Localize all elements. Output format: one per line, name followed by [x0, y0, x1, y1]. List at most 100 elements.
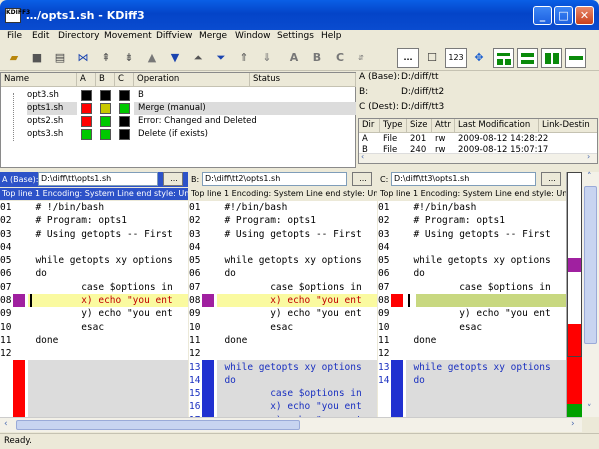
col-modification[interactable]: Last Modification	[455, 119, 539, 133]
table-row[interactable]: opt3.sh B	[1, 89, 356, 102]
col-size[interactable]: Size	[407, 119, 432, 133]
menu-merge[interactable]: Merge	[199, 31, 227, 41]
horizontal-scrollbar[interactable]: ‹ ›	[359, 152, 597, 163]
diff-overview[interactable]	[566, 172, 582, 417]
pane-c-header: C: D:\diff\tt3\opts1.sh ...	[378, 172, 566, 187]
merge-arrows-icon[interactable]: ✥	[470, 49, 488, 67]
table-row[interactable]: B File 240 rw 2009-08-12 15:07:17	[359, 145, 597, 153]
select-b-icon[interactable]: B	[308, 49, 326, 67]
h-scroll-thumb[interactable]	[16, 420, 300, 430]
menu-directory[interactable]: Directory	[58, 31, 99, 41]
pane-a-text[interactable]: 01 02 03 04 05 06 07 08 09 10 11 12 # !/bin/bash # …	[0, 201, 188, 417]
scroll-right-icon[interactable]: ›	[587, 152, 590, 161]
open-folder-icon[interactable]: ▰	[5, 49, 23, 67]
pane-b-path[interactable]: D:\diff\tt2\opts1.sh	[202, 172, 347, 186]
next-delta-icon[interactable]: ▼	[166, 49, 184, 67]
line-number: 10	[0, 321, 12, 333]
table-row[interactable]: opts3.sh Delete (if exists)	[1, 128, 356, 141]
scroll-right-icon[interactable]: ›	[571, 419, 575, 429]
vertical-scrollbar[interactable]: ˄ ˅	[582, 172, 599, 417]
save-icon[interactable]: ■	[28, 49, 46, 67]
info-panel: A (Base): D:/diff/tt B: D:/diff/tt2 C (D…	[357, 72, 599, 168]
col-name[interactable]: Name	[1, 73, 77, 87]
scroll-thumb[interactable]	[584, 186, 597, 344]
pane-c-text[interactable]: 01 02 03 04 05 06 07 08 09 10 11 12 13 14 #!/bin/bash…	[378, 201, 566, 417]
menu-settings[interactable]: Settings	[277, 31, 314, 41]
file-name: opts2.sh	[27, 116, 64, 126]
layout-single-icon[interactable]	[565, 48, 586, 68]
title-bar[interactable]: KDIFF3 …/opts1.sh - KDiff3 _ □ ✕	[0, 0, 599, 30]
prev-conflict-icon[interactable]: ⏶	[189, 49, 207, 67]
next-conflict-icon[interactable]: ⏷	[212, 49, 230, 67]
col-attr[interactable]: Attr	[432, 119, 455, 133]
code-line: done	[402, 334, 437, 346]
col-b[interactable]: B	[96, 73, 115, 87]
code-line: do	[24, 268, 47, 280]
overview-viewport[interactable]	[567, 172, 582, 357]
col-dir[interactable]: Dir	[359, 119, 380, 133]
go-bottom-icon[interactable]: ⇟	[120, 49, 138, 67]
file-name: opt3.sh	[27, 90, 59, 100]
operation-text: Delete (if exists)	[138, 129, 208, 139]
pane-b-text[interactable]: 0102030405060708091011121314151617 #!/bi…	[189, 201, 377, 417]
status-c-square	[119, 129, 130, 140]
col-status[interactable]: Status	[250, 73, 356, 87]
menu-bar: File Edit Directory Movement Diffview Me…	[0, 30, 599, 45]
pane-a-browse-button[interactable]: ...	[163, 172, 183, 186]
col-type[interactable]: Type	[380, 119, 407, 133]
table-row[interactable]: opts1.sh Merge (manual)	[1, 102, 356, 115]
select-c-icon[interactable]: C	[331, 49, 349, 67]
layout-3-icon[interactable]	[493, 48, 514, 68]
menu-movement[interactable]: Movement	[104, 31, 152, 41]
dots-button[interactable]: ...	[397, 48, 419, 68]
scroll-up-icon[interactable]: ˄	[587, 172, 592, 182]
layout-h-icon[interactable]	[517, 48, 538, 68]
line-number: 10	[378, 321, 390, 333]
menu-window[interactable]: Window	[235, 31, 271, 41]
line-number: 06	[378, 268, 390, 280]
scroll-left-icon[interactable]: ‹	[361, 152, 364, 161]
pane-a-path[interactable]: D:\diff\tt\opts1.sh	[38, 172, 158, 186]
go-top-icon[interactable]: ⇞	[97, 49, 115, 67]
col-link[interactable]: Link-Destin	[539, 119, 597, 133]
status-b-square	[100, 116, 111, 127]
minimize-button[interactable]: _	[533, 6, 552, 25]
col-c[interactable]: C	[115, 73, 134, 87]
menu-diffview[interactable]: Diffview	[156, 31, 192, 41]
scroll-left-icon[interactable]: ‹	[4, 419, 8, 429]
pane-c-browse-button[interactable]: ...	[541, 172, 561, 186]
code-line: esac	[402, 321, 483, 333]
line-numbers-button[interactable]: 123	[445, 48, 467, 68]
info-c-label: C (Dest):	[359, 102, 399, 112]
horizontal-scrollbar[interactable]: ‹ ›	[0, 417, 582, 432]
menu-help[interactable]: Help	[321, 31, 342, 41]
status-a-square	[81, 129, 92, 140]
prev-unsolved-icon[interactable]: ⇑	[235, 49, 253, 67]
select-a-icon[interactable]: A	[285, 49, 303, 67]
pane-c-path[interactable]: D:\diff\tt3\opts1.sh	[391, 172, 536, 186]
auto-solve-icon[interactable]: ⇵	[352, 49, 370, 67]
menu-file[interactable]: File	[7, 31, 22, 41]
code-line: case $options in	[213, 281, 362, 293]
print-icon[interactable]: ▤	[51, 49, 69, 67]
table-row[interactable]: A File 201 rw 2009-08-12 14:28:22	[359, 134, 597, 145]
line-number: 14	[378, 374, 390, 386]
status-b-square	[100, 129, 111, 140]
scroll-down-icon[interactable]: ˅	[587, 404, 592, 414]
layout-v-icon[interactable]	[541, 48, 562, 68]
close-button[interactable]: ✕	[575, 6, 594, 25]
pane-b-browse-button[interactable]: ...	[352, 172, 372, 186]
col-operation[interactable]: Operation	[134, 73, 250, 87]
menu-edit[interactable]: Edit	[32, 31, 49, 41]
col-a[interactable]: A	[77, 73, 96, 87]
checkbox-icon[interactable]: ☐	[423, 49, 441, 67]
next-unsolved-icon[interactable]: ⇓	[258, 49, 276, 67]
code-line: while getopts xy options	[213, 361, 362, 373]
table-row[interactable]: opts2.sh Error: Changed and Deleted	[1, 115, 356, 128]
prev-delta-icon[interactable]: ▲	[143, 49, 161, 67]
maximize-button[interactable]: □	[554, 6, 573, 25]
status-c-square	[119, 90, 130, 101]
code-line: y) echo "you ent	[402, 308, 551, 320]
go-current-icon[interactable]: ⋈	[74, 49, 92, 67]
